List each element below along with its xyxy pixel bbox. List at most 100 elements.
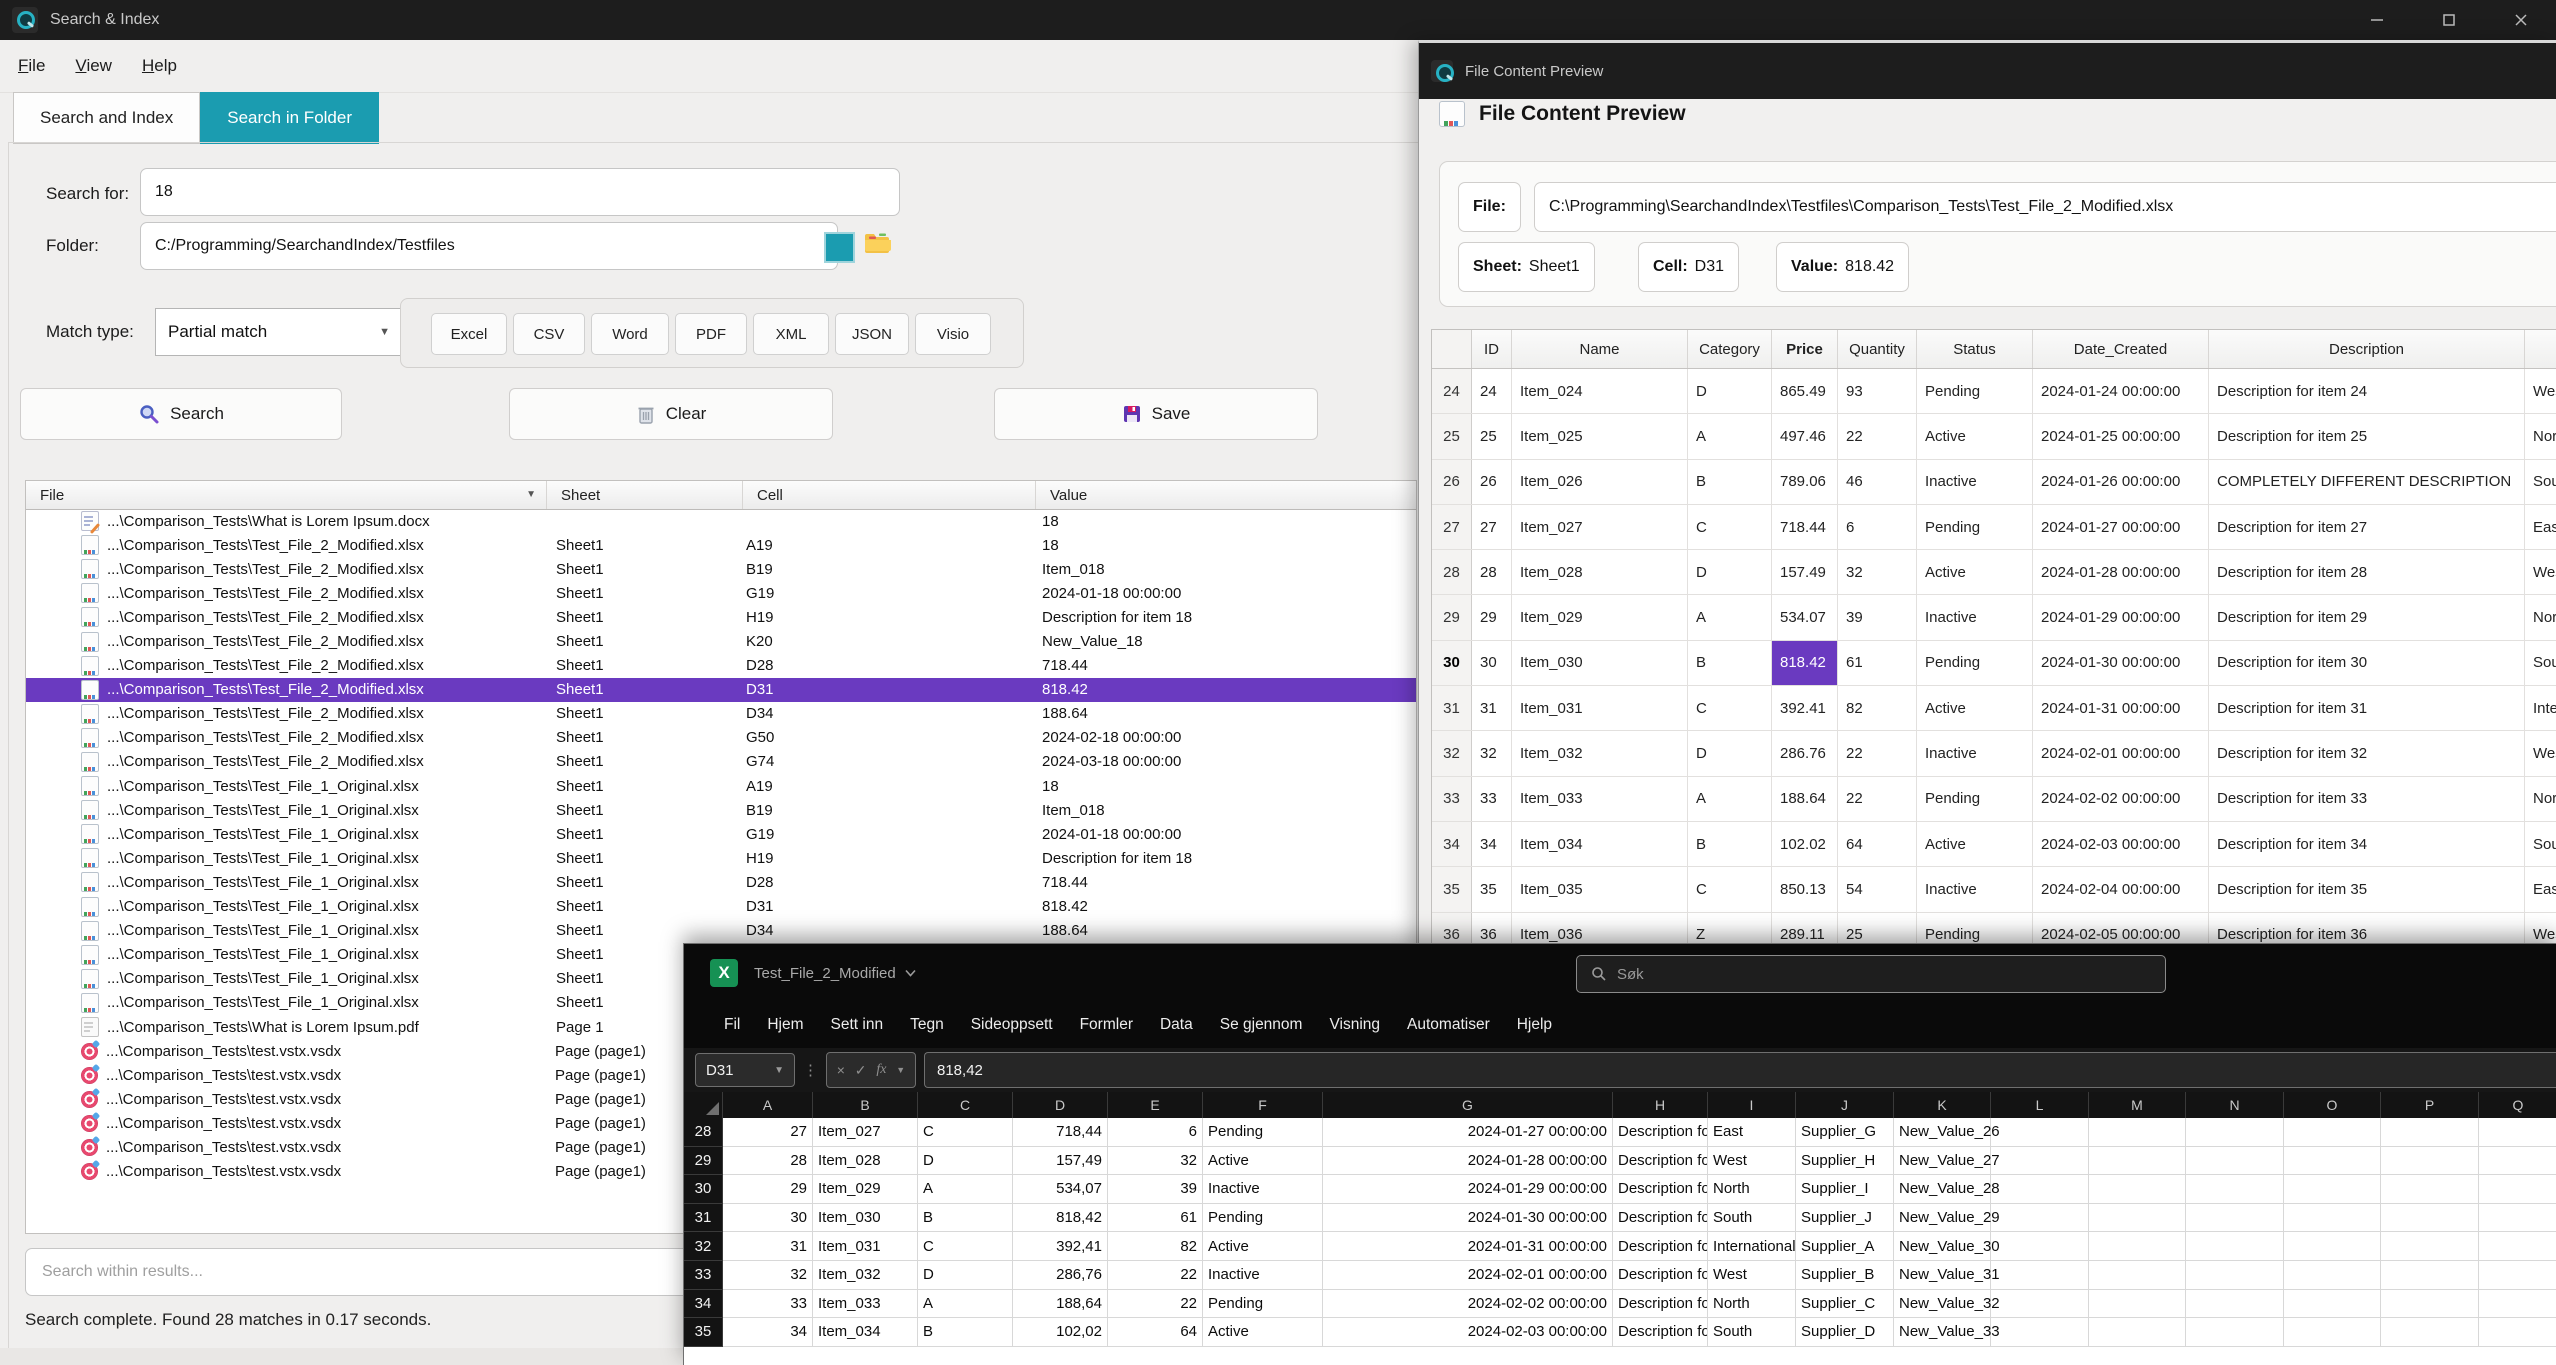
- column-header-J[interactable]: J: [1796, 1092, 1894, 1118]
- cell-J[interactable]: Supplier_D: [1796, 1318, 1894, 1347]
- row-header[interactable]: 30: [684, 1175, 723, 1204]
- column-header-sheet[interactable]: Sheet: [547, 481, 743, 509]
- preview-row[interactable]: 32 32 Item_032 D 286.76 22 Inactive 2024…: [1432, 731, 2556, 776]
- cell-date-created[interactable]: 2024-02-03 00:00:00: [2033, 822, 2209, 866]
- cell-status[interactable]: Active: [1917, 686, 2033, 730]
- cell-B[interactable]: Item_029: [813, 1175, 918, 1204]
- cell-K[interactable]: New_Value_26: [1894, 1118, 1991, 1147]
- row-header[interactable]: 32: [684, 1232, 723, 1261]
- cell-id[interactable]: 33: [1472, 777, 1512, 821]
- ribbon-tab-visning[interactable]: Visning: [1329, 1016, 1380, 1034]
- cell-status[interactable]: Inactive: [1917, 731, 2033, 775]
- ribbon-tab-se-gjennom[interactable]: Se gjennom: [1220, 1016, 1303, 1034]
- menu-view[interactable]: View: [75, 56, 112, 76]
- cell-category[interactable]: C: [1688, 867, 1772, 911]
- cell-date-created[interactable]: 2024-01-29 00:00:00: [2033, 595, 2209, 639]
- cell-K[interactable]: New_Value_31: [1894, 1261, 1991, 1290]
- preview-row[interactable]: 25 25 Item_025 A 497.46 22 Active 2024-0…: [1432, 414, 2556, 459]
- column-header-F[interactable]: F: [1203, 1092, 1323, 1118]
- cell-C[interactable]: D: [918, 1261, 1013, 1290]
- minimize-icon[interactable]: [2364, 7, 2390, 33]
- ribbon-tab-automatiser[interactable]: Automatiser: [1407, 1016, 1490, 1034]
- cell-category[interactable]: B: [1688, 822, 1772, 866]
- cell-N[interactable]: [2186, 1175, 2284, 1204]
- row-header[interactable]: 29: [684, 1147, 723, 1176]
- cell-region[interactable]: West: [2525, 369, 2556, 413]
- preview-row[interactable]: 35 35 Item_035 C 850.13 54 Inactive 2024…: [1432, 867, 2556, 912]
- result-row[interactable]: ...\Comparison_Tests\What is Lorem Ipsum…: [26, 509, 1416, 533]
- cell-H[interactable]: Description for item 31: [1613, 1232, 1708, 1261]
- cell-name[interactable]: Item_032: [1512, 731, 1688, 775]
- preview-row[interactable]: 24 24 Item_024 D 865.49 93 Pending 2024-…: [1432, 369, 2556, 414]
- filetype-excel-button[interactable]: Excel: [431, 313, 507, 355]
- cell-description[interactable]: Description for item 25: [2209, 414, 2525, 458]
- cell-N[interactable]: [2186, 1318, 2284, 1347]
- result-row[interactable]: ...\Comparison_Tests\Test_File_2_Modifie…: [26, 557, 1416, 581]
- cell-name[interactable]: Item_029: [1512, 595, 1688, 639]
- cell-H[interactable]: Description for item 27: [1613, 1118, 1708, 1147]
- cell-id[interactable]: 31: [1472, 686, 1512, 730]
- column-header-L[interactable]: L: [1991, 1092, 2089, 1118]
- cell-L[interactable]: [1991, 1318, 2089, 1347]
- cell-C[interactable]: C: [918, 1232, 1013, 1261]
- row-header[interactable]: 31: [684, 1204, 723, 1233]
- cell-price[interactable]: 188.64: [1772, 777, 1838, 821]
- cell-M[interactable]: [2089, 1175, 2186, 1204]
- cell-M[interactable]: [2089, 1318, 2186, 1347]
- cell-E[interactable]: 82: [1108, 1232, 1203, 1261]
- cell-region[interactable]: East: [2525, 505, 2556, 549]
- cell-quantity[interactable]: 64: [1838, 822, 1917, 866]
- clear-button[interactable]: Clear: [509, 388, 833, 440]
- cell-G[interactable]: 2024-01-31 00:00:00: [1323, 1232, 1613, 1261]
- result-row[interactable]: ...\Comparison_Tests\Test_File_1_Origina…: [26, 919, 1416, 943]
- cell-M[interactable]: [2089, 1290, 2186, 1319]
- cell-id[interactable]: 28: [1472, 550, 1512, 594]
- cell-D[interactable]: 188,64: [1013, 1290, 1108, 1319]
- cell-E[interactable]: 6: [1108, 1118, 1203, 1147]
- column-header-date-created[interactable]: Date_Created: [2033, 330, 2209, 368]
- column-header-H[interactable]: H: [1613, 1092, 1708, 1118]
- cell-M[interactable]: [2089, 1261, 2186, 1290]
- cell-J[interactable]: Supplier_C: [1796, 1290, 1894, 1319]
- cell-category[interactable]: D: [1688, 369, 1772, 413]
- cell-A[interactable]: 31: [723, 1232, 813, 1261]
- cell-price[interactable]: 850.13: [1772, 867, 1838, 911]
- cell-P[interactable]: [2381, 1175, 2479, 1204]
- cell-H[interactable]: Description for item 28: [1613, 1147, 1708, 1176]
- cell-J[interactable]: Supplier_G: [1796, 1118, 1894, 1147]
- cell-id[interactable]: 24: [1472, 369, 1512, 413]
- menu-file[interactable]: File: [18, 56, 45, 76]
- cell-G[interactable]: 2024-02-02 00:00:00: [1323, 1290, 1613, 1319]
- ribbon-tab-data[interactable]: Data: [1160, 1016, 1193, 1034]
- cell-P[interactable]: [2381, 1318, 2479, 1347]
- formula-input[interactable]: 818,42: [924, 1052, 2556, 1088]
- cell-Q[interactable]: [2479, 1147, 2556, 1176]
- preview-row[interactable]: 30 30 Item_030 B 818.42 61 Pending 2024-…: [1432, 641, 2556, 686]
- confirm-entry-icon[interactable]: ✓: [855, 1062, 867, 1079]
- preview-row[interactable]: 28 28 Item_028 D 157.49 32 Active 2024-0…: [1432, 550, 2556, 595]
- result-row[interactable]: ...\Comparison_Tests\Test_File_2_Modifie…: [26, 678, 1416, 702]
- cell-quantity[interactable]: 32: [1838, 550, 1917, 594]
- cell-D[interactable]: 818,42: [1013, 1204, 1108, 1233]
- cell-L[interactable]: [1991, 1290, 2089, 1319]
- ribbon-tab-sett-inn[interactable]: Sett inn: [831, 1016, 884, 1034]
- cell-O[interactable]: [2284, 1204, 2381, 1233]
- result-row[interactable]: ...\Comparison_Tests\Test_File_1_Origina…: [26, 895, 1416, 919]
- cell-Q[interactable]: [2479, 1204, 2556, 1233]
- cell-Q[interactable]: [2479, 1261, 2556, 1290]
- cell-price[interactable]: 534.07: [1772, 595, 1838, 639]
- cell-O[interactable]: [2284, 1261, 2381, 1290]
- cell-F[interactable]: Pending: [1203, 1290, 1323, 1319]
- browse-folder-icon[interactable]: [862, 228, 892, 258]
- cell-P[interactable]: [2381, 1232, 2479, 1261]
- column-header-id[interactable]: ID: [1472, 330, 1512, 368]
- column-header-N[interactable]: N: [2186, 1092, 2284, 1118]
- maximize-icon[interactable]: [2436, 7, 2462, 33]
- cell-quantity[interactable]: 22: [1838, 777, 1917, 821]
- preview-row[interactable]: 29 29 Item_029 A 534.07 39 Inactive 2024…: [1432, 595, 2556, 640]
- cell-G[interactable]: 2024-02-01 00:00:00: [1323, 1261, 1613, 1290]
- cell-B[interactable]: Item_030: [813, 1204, 918, 1233]
- cell-id[interactable]: 27: [1472, 505, 1512, 549]
- ribbon-tab-fil[interactable]: Fil: [724, 1016, 740, 1034]
- cell-I[interactable]: South: [1708, 1318, 1796, 1347]
